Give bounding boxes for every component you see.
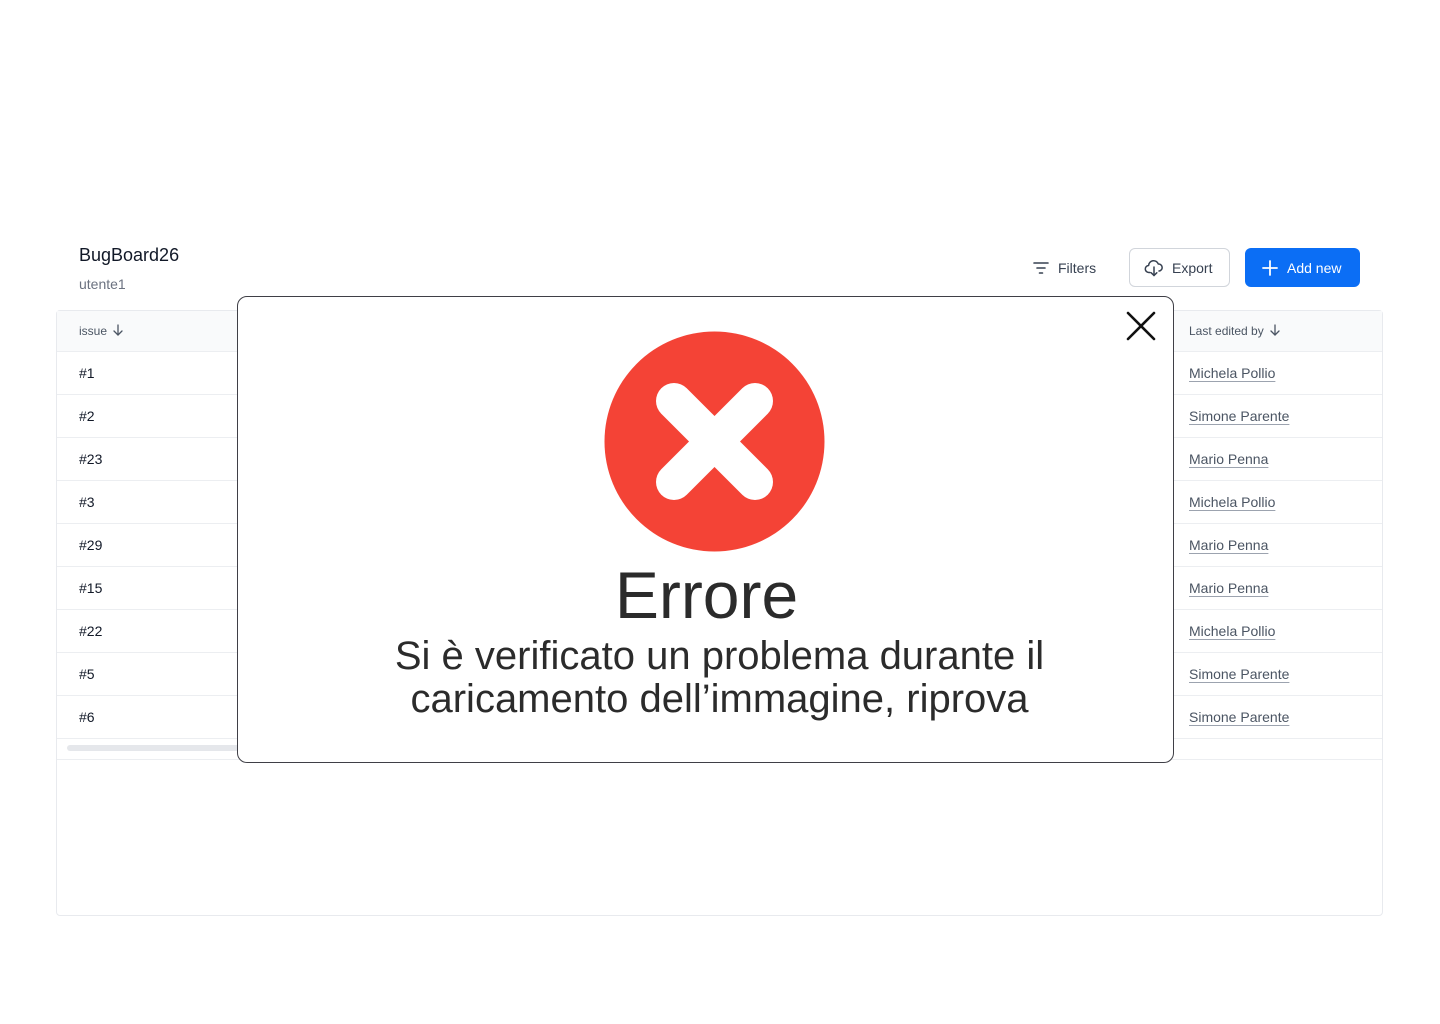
- last-edited-by-link[interactable]: Michela Pollio: [1189, 351, 1275, 394]
- issue-id: #15: [79, 579, 103, 596]
- issue-id: #29: [79, 536, 103, 553]
- filters-label: Filters: [1058, 260, 1097, 276]
- last-edited-by-link[interactable]: Mario Penna: [1189, 523, 1268, 566]
- filter-icon: [1032, 259, 1050, 277]
- last-edited-by-link[interactable]: Mario Penna: [1189, 437, 1268, 480]
- last-edited-by-link[interactable]: Michela Pollio: [1189, 480, 1275, 523]
- close-icon: [1124, 311, 1158, 347]
- issue-id: #22: [79, 622, 103, 639]
- error-title: Errore: [614, 558, 799, 632]
- export-button[interactable]: Export: [1129, 248, 1230, 287]
- last-edited-by-link[interactable]: Michela Pollio: [1189, 609, 1275, 652]
- current-user: utente1: [79, 276, 126, 292]
- column-header-issue[interactable]: issue: [79, 311, 124, 351]
- issue-id: #6: [79, 708, 95, 725]
- cloud-download-icon: [1144, 258, 1164, 278]
- error-message: Si è verificato un problema durante il c…: [238, 635, 1201, 721]
- export-label: Export: [1172, 259, 1213, 276]
- add-new-button[interactable]: Add new: [1245, 248, 1360, 287]
- last-edited-by-link[interactable]: Simone Parente: [1189, 394, 1289, 437]
- issue-id: #2: [79, 407, 95, 424]
- column-header-last-edited-by-label: Last edited by: [1189, 324, 1264, 338]
- issue-id: #3: [79, 493, 95, 510]
- add-new-label: Add new: [1287, 259, 1342, 276]
- issue-id: #5: [79, 665, 95, 682]
- last-edited-by-link[interactable]: Simone Parente: [1189, 652, 1289, 695]
- error-message-line-1: Si è verificato un problema durante il: [394, 634, 1045, 678]
- plus-icon: [1261, 259, 1279, 277]
- last-edited-by-link[interactable]: Mario Penna: [1189, 566, 1268, 609]
- issue-id: #23: [79, 450, 103, 467]
- arrow-down-icon: [1269, 323, 1281, 339]
- filters-button[interactable]: Filters: [1020, 248, 1108, 288]
- issue-id: #1: [79, 364, 95, 381]
- column-header-last-edited-by[interactable]: Last edited by: [1189, 311, 1281, 351]
- close-button[interactable]: [1124, 309, 1158, 343]
- page-title: BugBoard26: [79, 245, 180, 265]
- column-header-issue-label: issue: [79, 324, 108, 338]
- error-dialog: Errore Si è verificato un problema duran…: [237, 296, 1174, 763]
- arrow-down-icon: [112, 323, 124, 339]
- error-message-line-2: caricamento dell’immagine, riprova: [410, 677, 1029, 721]
- last-edited-by-link[interactable]: Simone Parente: [1189, 695, 1289, 738]
- error-x-circle-icon: [604, 331, 825, 552]
